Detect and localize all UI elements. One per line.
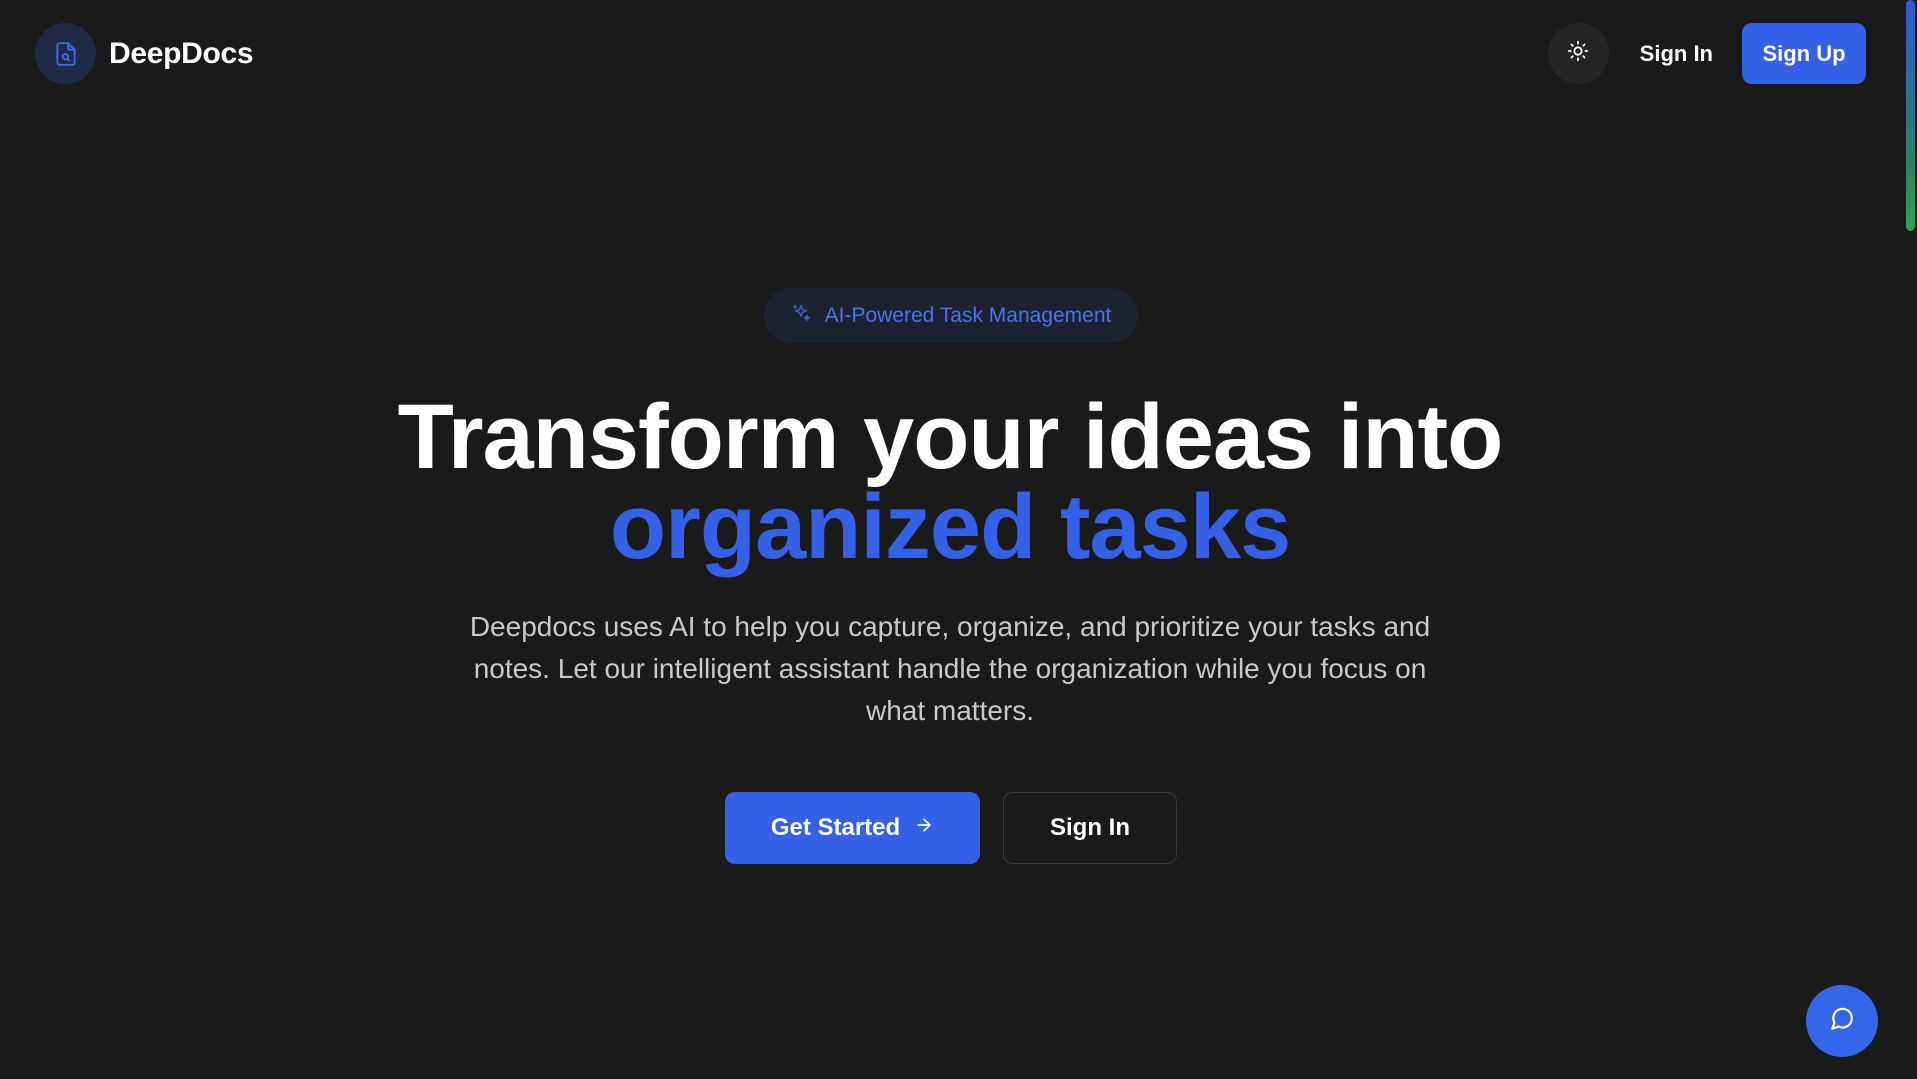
header-actions: Sign In Sign Up: [1547, 23, 1866, 84]
message-circle-icon: [1829, 1006, 1855, 1037]
headline-line-1: Transform your ideas into: [397, 386, 1504, 488]
chat-button[interactable]: [1806, 985, 1878, 1057]
hero-description: Deepdocs uses AI to help you capture, or…: [469, 611, 1431, 726]
hero-sign-in-button[interactable]: Sign In: [1003, 792, 1177, 864]
get-started-button[interactable]: Get Started: [725, 792, 980, 864]
sparkles-icon: [791, 303, 811, 328]
scrollbar-thumb[interactable]: [1906, 0, 1915, 231]
header-sign-up-button[interactable]: Sign Up: [1742, 23, 1866, 84]
feature-badge-text: AI-Powered Task Management: [824, 303, 1112, 327]
document-search-icon: [35, 23, 96, 84]
headline-line-2-highlight: organized tasks: [609, 476, 1291, 578]
top-navbar: DeepDocs Sign In Sign Up: [0, 0, 1900, 108]
sun-icon: [1567, 40, 1589, 67]
brand-name: DeepDocs: [109, 36, 254, 70]
cta-buttons: Get Started Sign In: [725, 792, 1177, 864]
landing-page: DeepDocs Sign In Sign Up AI-Powered Task…: [0, 0, 1917, 1079]
theme-toggle-button[interactable]: [1547, 23, 1609, 84]
brand-logo[interactable]: DeepDocs: [35, 23, 254, 84]
get-started-label: Get Started: [770, 814, 901, 841]
arrow-right-icon: [914, 814, 934, 842]
feature-badge: AI-Powered Task Management: [764, 288, 1138, 343]
hero-headline: Transform your ideas into organized task…: [0, 386, 1900, 578]
header-sign-in-link[interactable]: Sign In: [1632, 41, 1721, 67]
page-scrollbar[interactable]: [1900, 0, 1917, 1079]
